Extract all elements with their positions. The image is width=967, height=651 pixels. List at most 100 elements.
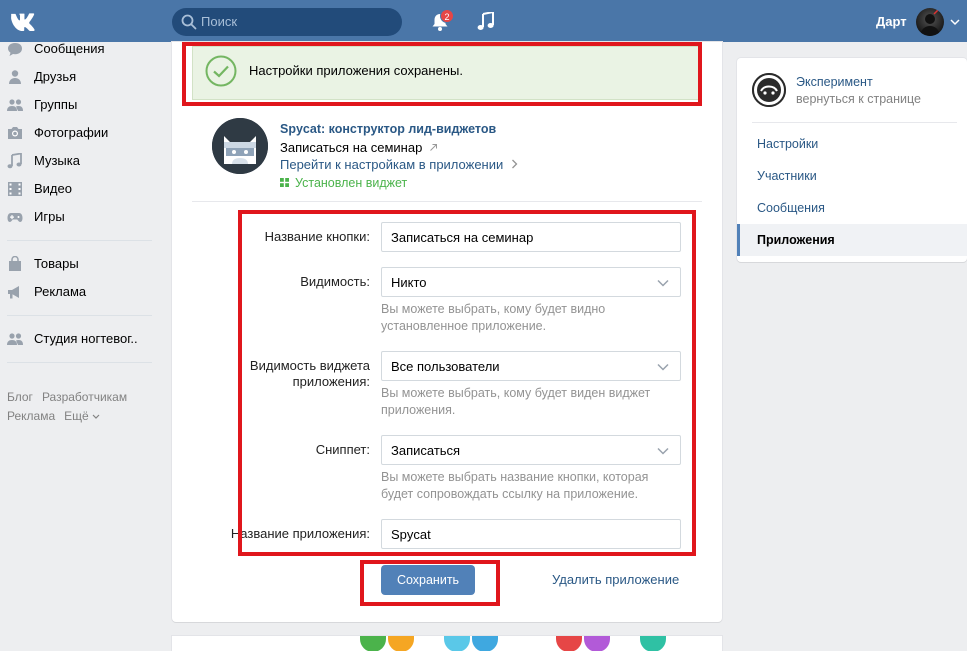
menu-item-apps[interactable]: Приложения xyxy=(757,233,835,247)
sidebar-item-label: Товары xyxy=(34,256,79,271)
chevron-down-icon xyxy=(657,447,669,455)
photos-icon xyxy=(8,127,22,139)
decorative-shape xyxy=(584,636,610,651)
games-icon xyxy=(7,213,23,222)
app-avatar[interactable] xyxy=(212,118,268,174)
chevron-down-icon xyxy=(92,414,100,419)
app-title-link[interactable]: Spycat: конструктор лид-виджетов xyxy=(280,122,496,136)
notifications-badge: 2 xyxy=(440,9,454,23)
next-card xyxy=(172,636,722,651)
sidebar-item-groups[interactable]: Группы xyxy=(0,91,160,119)
widget-visibility-value: Все пользователи xyxy=(391,359,500,374)
sidebar-item-label: Сообщения xyxy=(34,41,105,56)
success-message: Настройки приложения сохранены. xyxy=(249,63,463,78)
messages-icon xyxy=(8,43,22,56)
app-action-label: Записаться на семинар xyxy=(280,140,423,155)
sidebar-item-label: Группы xyxy=(34,97,78,112)
user-avatar[interactable] xyxy=(916,8,944,36)
app-name-label: Название приложения: xyxy=(230,526,370,541)
user-name[interactable]: Дарт xyxy=(876,14,907,29)
group-logo-icon xyxy=(752,73,786,107)
sidebar-item-label: Фотографии xyxy=(34,125,109,140)
sidebar-item-video[interactable]: Видео xyxy=(0,175,160,203)
friends-icon xyxy=(9,70,21,84)
decorative-shape xyxy=(556,636,582,651)
sidebar-item-messages[interactable]: Сообщения xyxy=(0,35,160,63)
group-name-link[interactable]: Эксперимент xyxy=(796,75,873,89)
decorative-shape xyxy=(472,636,498,651)
footer-more-link[interactable]: Ещё xyxy=(64,409,100,423)
search-input[interactable]: Поиск xyxy=(201,14,237,29)
snippet-label: Сниппет: xyxy=(315,442,370,457)
user-menu-chevron-icon[interactable] xyxy=(950,18,960,26)
sidebar-item-label: Студия ногтевог.. xyxy=(34,331,138,346)
sidebar-item-games[interactable]: Игры xyxy=(0,203,160,231)
sidebar-item-friends[interactable]: Друзья xyxy=(0,63,160,91)
music-icon xyxy=(7,153,22,169)
search-icon xyxy=(181,14,197,30)
footer-blog-link[interactable]: Блог xyxy=(7,390,33,404)
menu-item-messages[interactable]: Сообщения xyxy=(757,201,825,215)
music-player-icon[interactable] xyxy=(477,12,495,32)
app-status-label: Установлен виджет xyxy=(295,176,408,190)
button-name-label: Название кнопки: xyxy=(264,229,370,244)
success-notice: Настройки приложения сохранены. xyxy=(192,46,700,100)
external-link-icon[interactable] xyxy=(429,143,438,152)
chevron-down-icon xyxy=(657,279,669,287)
chevron-right-icon xyxy=(511,159,518,169)
visibility-select[interactable]: Никто xyxy=(381,267,681,297)
footer-developers-link[interactable]: Разработчикам xyxy=(42,390,127,404)
community-icon xyxy=(7,333,23,345)
snippet-value: Записаться xyxy=(391,443,461,458)
panel-divider xyxy=(752,122,957,123)
search-bar[interactable]: Поиск xyxy=(172,8,402,36)
footer-ads-link[interactable]: Реклама xyxy=(7,409,55,423)
sidebar-item-music[interactable]: Музыка xyxy=(0,147,160,175)
menu-item-members[interactable]: Участники xyxy=(757,169,817,183)
app-name-value: Spycat xyxy=(391,527,431,542)
sidebar-item-label: Видео xyxy=(34,181,72,196)
decorative-shape xyxy=(388,636,414,651)
video-icon xyxy=(8,182,22,196)
snippet-select[interactable]: Записаться xyxy=(381,435,681,465)
widget-grid-icon xyxy=(280,178,289,187)
sidebar-item-goods[interactable]: Товары xyxy=(0,250,160,278)
sidebar-item-community[interactable]: Студия ногтевог.. xyxy=(0,325,160,353)
back-to-page-link[interactable]: вернуться к странице xyxy=(796,92,921,106)
menu-item-settings[interactable]: Настройки xyxy=(757,137,818,151)
visibility-value: Никто xyxy=(391,275,427,290)
sidebar-item-label: Игры xyxy=(34,209,65,224)
visibility-label: Видимость: xyxy=(300,274,370,289)
sidebar-item-label: Музыка xyxy=(34,153,80,168)
widget-visibility-select[interactable]: Все пользователи xyxy=(381,351,681,381)
decorative-shape xyxy=(444,636,470,651)
app-action-row: Записаться на семинар xyxy=(280,140,438,155)
footer-more-label: Ещё xyxy=(64,409,89,423)
widget-visibility-label: Видимость виджета приложения: xyxy=(249,358,370,389)
app-status: Установлен виджет xyxy=(280,176,407,190)
button-name-value: Записаться на семинар xyxy=(391,230,534,245)
sidebar-item-photos[interactable]: Фотографии xyxy=(0,119,160,147)
sidebar-item-label: Реклама xyxy=(34,284,87,299)
app-settings-link-label: Перейти к настройкам в приложении xyxy=(280,157,504,172)
button-name-input[interactable]: Записаться на семинар xyxy=(381,222,681,252)
goods-bag-icon xyxy=(9,256,21,271)
cat-logo-icon xyxy=(212,118,268,174)
megaphone-icon xyxy=(8,286,19,299)
active-menu-indicator xyxy=(737,224,740,256)
sidebar-divider xyxy=(7,240,152,241)
vk-logo-icon[interactable] xyxy=(8,10,42,32)
widget-visibility-hint: Вы можете выбрать, кому будет виден видж… xyxy=(381,386,651,417)
save-button[interactable]: Сохранить xyxy=(381,565,475,595)
chevron-down-icon xyxy=(657,363,669,371)
app-settings-link[interactable]: Перейти к настройкам в приложении xyxy=(280,157,518,172)
sidebar-divider xyxy=(7,315,152,316)
sidebar-item-ads[interactable]: Реклама xyxy=(0,278,160,306)
groups-icon xyxy=(7,99,23,111)
delete-app-link[interactable]: Удалить приложение xyxy=(552,572,679,587)
app-name-input[interactable]: Spycat xyxy=(381,519,681,549)
sidebar-item-label: Друзья xyxy=(34,69,77,84)
snippet-hint: Вы можете выбрать название кнопки, котор… xyxy=(381,470,649,501)
decorative-shape xyxy=(640,636,666,651)
group-avatar[interactable] xyxy=(752,73,786,107)
